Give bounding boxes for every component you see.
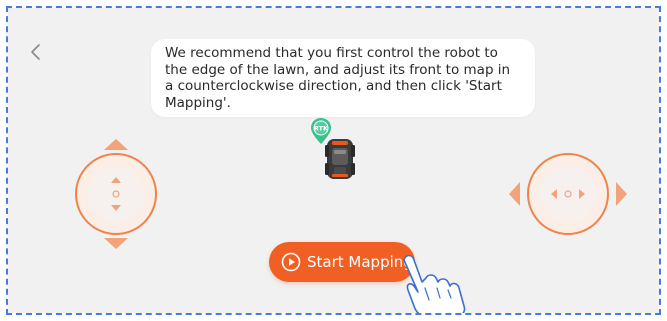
left-right-joystick[interactable] (502, 146, 634, 242)
instruction-text: We recommend that you first control the … (165, 45, 511, 111)
arrow-up-icon (104, 139, 128, 150)
play-circle-icon (281, 252, 301, 272)
arrow-left-icon (509, 182, 520, 206)
tap-hand-icon (403, 254, 466, 313)
arrow-down-icon (104, 238, 128, 249)
instruction-bubble: We recommend that you first control the … (151, 39, 535, 117)
mapping-screen: We recommend that you first control the … (8, 8, 659, 313)
arrow-right-icon (616, 182, 627, 206)
chevron-left-icon (31, 44, 40, 60)
forward-backward-joystick[interactable] (68, 130, 164, 258)
rtk-badge-label: RTK (314, 125, 329, 133)
robot-mower-icon (325, 139, 355, 179)
start-mapping-button[interactable]: Start Mapping (269, 242, 415, 282)
back-button[interactable] (26, 40, 46, 64)
